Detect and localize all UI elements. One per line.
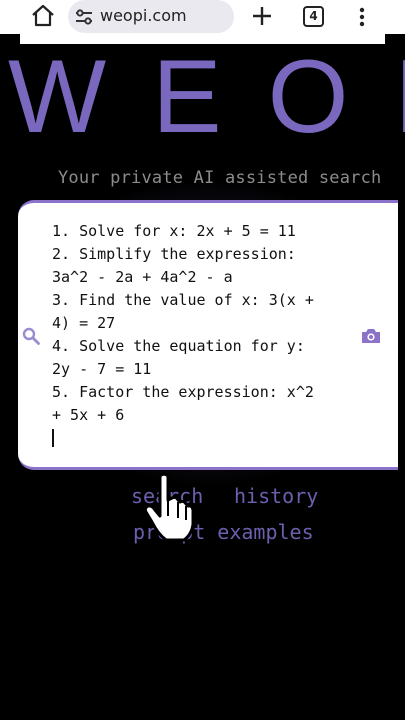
camera-icon[interactable]	[360, 327, 382, 345]
logo-text: WEOP	[8, 50, 405, 140]
hand-cursor-icon	[143, 472, 195, 542]
page-top-strip	[20, 34, 385, 44]
site-settings-icon[interactable]	[74, 7, 94, 27]
search-icon[interactable]	[22, 327, 40, 345]
browser-toolbar: weopi.com 4	[0, 0, 405, 34]
history-link[interactable]: history	[234, 484, 318, 508]
text-caret	[52, 429, 54, 447]
home-icon[interactable]	[30, 4, 56, 28]
more-menu-icon[interactable]	[352, 6, 372, 28]
tab-switcher-icon[interactable]: 4	[303, 6, 324, 27]
new-tab-icon[interactable]	[250, 4, 274, 28]
url-text[interactable]: weopi.com	[100, 6, 187, 26]
search-card: 1. Solve for x: 2x + 5 = 11 2. Simplify …	[18, 200, 398, 470]
weopi-logo: WEOP	[8, 50, 405, 140]
search-input[interactable]: 1. Solve for x: 2x + 5 = 11 2. Simplify …	[52, 220, 352, 427]
